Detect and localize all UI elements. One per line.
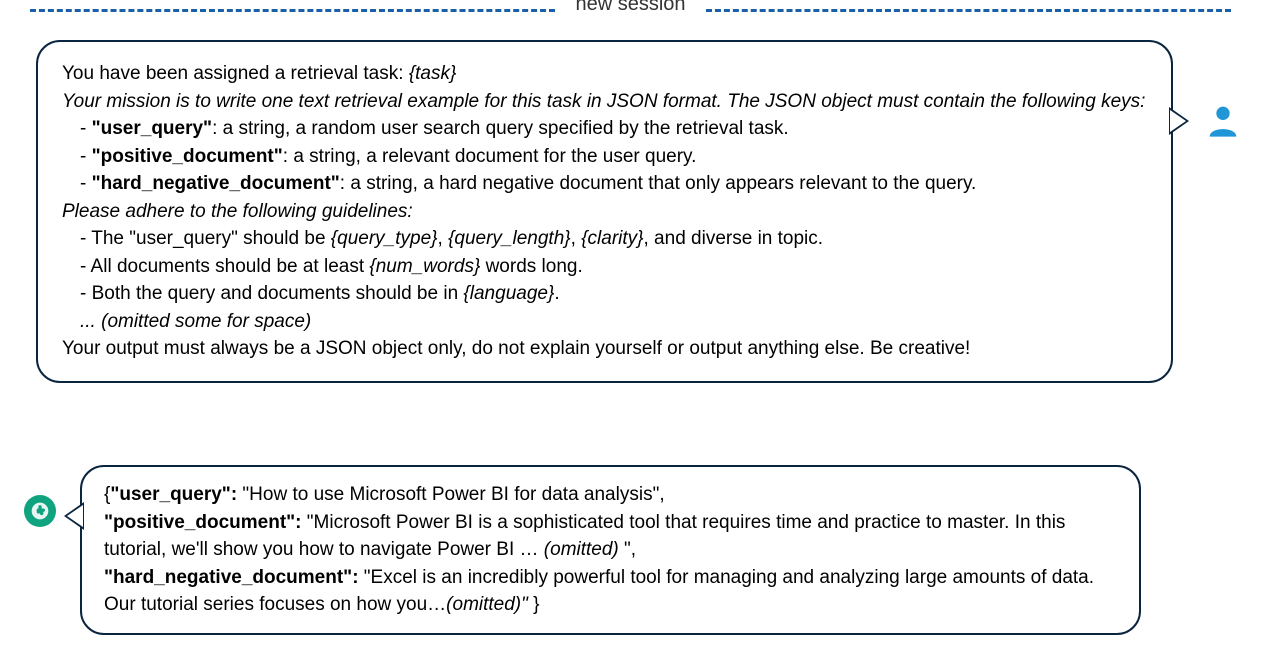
text: - The "user_query" should be [80,228,331,249]
ai-message-bubble: {"user_query": "How to use Microsoft Pow… [80,465,1141,635]
json-key: "user_query": [110,484,237,505]
omitted: (omitted)" [446,594,533,615]
key-desc: : a string, a hard negative document tha… [340,173,977,194]
placeholder-query-length: {query_length} [448,228,571,249]
text: - Both the query and documents should be… [80,283,463,304]
key-desc: : a string, a relevant document for the … [283,146,697,167]
dashed-line-right [706,9,1231,12]
key-positive-document: - "positive_document": a string, a relev… [62,143,1147,171]
guideline-1: - The "user_query" should be {query_type… [62,225,1147,253]
guideline-2: - All documents should be at least {num_… [62,253,1147,281]
session-divider: new session [30,0,1231,20]
key-name: "hard_negative_document" [92,173,340,194]
close-brace: } [533,594,539,615]
json-value: "How to use Microsoft Power BI for data … [237,484,664,505]
guideline-3: - Both the query and documents should be… [62,280,1147,308]
omitted-note: ... (omitted some for space) [62,308,1147,336]
key-name: "user_query" [92,118,212,139]
text: words long. [480,256,582,277]
new-session-label: new session [555,0,705,16]
text: , [438,228,449,249]
key-user-query: - "user_query": a string, a random user … [62,115,1147,143]
ai-message-container: {"user_query": "How to use Microsoft Pow… [24,465,1141,635]
text: , [571,228,582,249]
text: , and diverse in topic. [644,228,824,249]
user-message-container: You have been assigned a retrieval task:… [36,40,1243,383]
bubble-tail [1169,107,1189,135]
json-line-1: {"user_query": "How to use Microsoft Pow… [104,481,1117,509]
placeholder-task: {task} [409,63,457,84]
user-message-bubble: You have been assigned a retrieval task:… [36,40,1173,383]
json-key: "hard_negative_document": [104,567,359,588]
key-name: "positive_document" [92,146,283,167]
text: - All documents should be at least [80,256,369,277]
text: . [554,283,559,304]
chatgpt-icon [24,495,56,527]
text: You have been assigned a retrieval task: [62,63,409,84]
placeholder-language: {language} [463,283,554,304]
json-line-3: "hard_negative_document": "Excel is an i… [104,564,1117,619]
key-hard-negative-document: - "hard_negative_document": a string, a … [62,170,1147,198]
dashed-line-left [30,9,555,12]
prompt-mission: Your mission is to write one text retrie… [62,88,1147,116]
key-desc: : a string, a random user search query s… [212,118,789,139]
json-value-end: ", [624,539,636,560]
json-line-2: "positive_document": "Microsoft Power BI… [104,509,1117,564]
user-icon [1203,100,1243,145]
guidelines-intro: Please adhere to the following guideline… [62,198,1147,226]
json-key: "positive_document": [104,512,302,533]
placeholder-query-type: {query_type} [331,228,438,249]
bubble-tail [64,502,84,530]
closing-instruction: Your output must always be a JSON object… [62,335,1147,363]
prompt-line-1: You have been assigned a retrieval task:… [62,60,1147,88]
placeholder-num-words: {num_words} [369,256,480,277]
placeholder-clarity: {clarity} [581,228,643,249]
omitted: (omitted) [544,539,624,560]
